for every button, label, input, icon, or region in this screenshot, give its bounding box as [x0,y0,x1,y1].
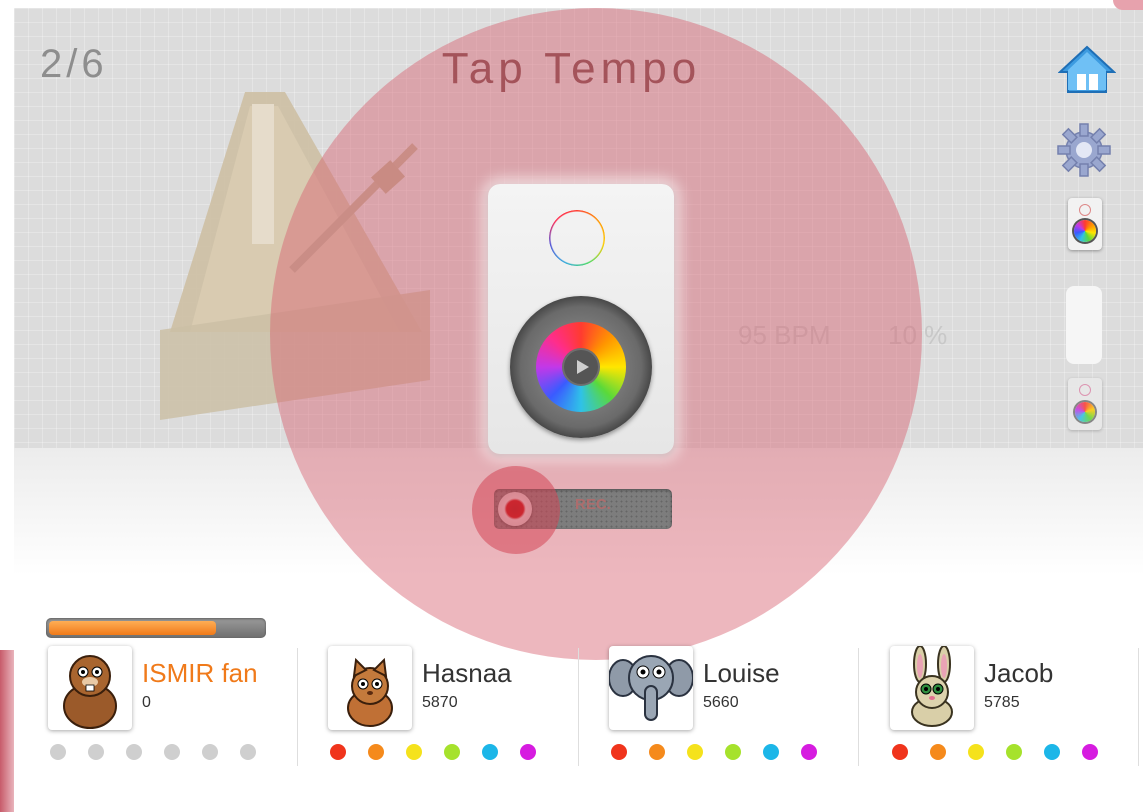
player-name: Jacob [984,658,1054,688]
player-dots [611,744,839,762]
color-dot [763,744,779,760]
rabbit-avatar [890,645,974,730]
speaker-select-icon-2[interactable] [1068,378,1102,430]
color-dot [892,744,908,760]
settings-gear-icon[interactable] [1056,122,1112,183]
color-dot [240,744,256,760]
player-dots [50,744,278,762]
player-name: Hasnaa [422,658,512,688]
player-card-jacob[interactable]: Jacob 5785 [890,645,1143,766]
color-dot [725,744,741,760]
color-dot [1082,744,1098,760]
color-dot [330,744,346,760]
color-dot [482,744,498,760]
corner-decoration [1113,0,1143,10]
tweeter-ring [549,210,605,266]
player-score: 5870 [422,694,458,711]
player-score: 5785 [984,694,1020,711]
speaker-select-icon[interactable] [1068,198,1102,250]
player-dots [330,744,558,762]
color-dot [126,744,142,760]
color-dot [649,744,665,760]
empty-slot [1066,286,1102,364]
color-dot [1044,744,1060,760]
color-dot [444,744,460,760]
player-score: 0 [142,694,151,711]
play-button[interactable] [562,348,600,386]
color-dot [801,744,817,760]
color-dot [611,744,627,760]
player-card-hasnaa[interactable]: Hasnaa 5870 [328,646,608,766]
beaver-avatar [48,646,132,730]
player-progress-bar [46,618,266,638]
record-label: REC. [575,496,611,513]
divider [1138,648,1139,766]
color-dot [520,744,536,760]
player-card-louise[interactable]: Louise 5660 [608,646,889,766]
color-dot [368,744,384,760]
player-name: ISMIR fan [142,658,258,688]
play-icon [577,360,589,374]
divider [297,648,298,766]
divider [858,648,859,766]
elephant-avatar [608,646,694,730]
color-dot [968,744,984,760]
color-dot [202,744,218,760]
player-card-ismir-fan[interactable]: ISMIR fan 0 [48,646,328,766]
player-name: Louise [703,658,780,688]
player-score: 5660 [703,694,739,711]
color-dot [164,744,180,760]
color-dot [687,744,703,760]
color-dot [50,744,66,760]
color-dot [406,744,422,760]
color-dot [930,744,946,760]
player-progress-fill [49,621,216,635]
home-icon[interactable] [1057,44,1117,99]
edge-decoration [0,650,14,812]
color-dot [88,744,104,760]
cat-avatar [328,646,412,730]
color-dot [1006,744,1022,760]
player-dots [892,744,1120,762]
record-tap-highlight [472,466,560,554]
divider [578,648,579,766]
